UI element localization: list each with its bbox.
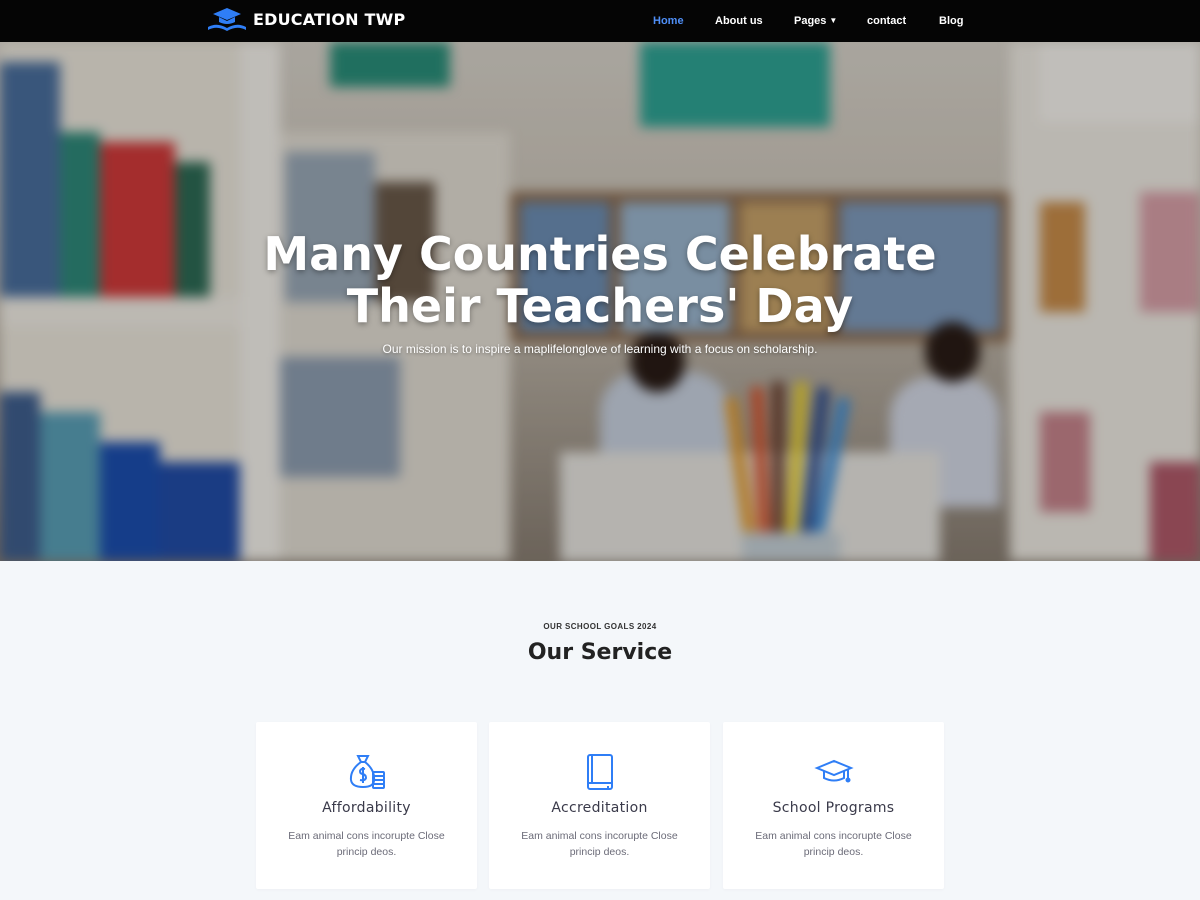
service-card-affordability[interactable]: Affordability Eam animal cons incorupte … (256, 722, 477, 889)
nav-pages[interactable]: Pages ▼ (794, 15, 837, 27)
hero-title-line-2: Their Teachers' Day (346, 279, 854, 333)
top-navbar: EDUCATION TWP Home About us Pages ▼ cont… (0, 0, 1200, 42)
section-eyebrow: OUR SCHOOL GOALS 2024 (543, 622, 657, 631)
nav-pages-label: Pages (794, 15, 827, 27)
service-card-accreditation[interactable]: Accreditation Eam animal cons incorupte … (489, 722, 710, 889)
site-logo[interactable]: EDUCATION TWP (206, 7, 405, 33)
service-card-school-programs[interactable]: School Programs Eam animal cons incorupt… (723, 722, 944, 889)
service-card-title: Accreditation (551, 800, 648, 816)
site-name: EDUCATION TWP (253, 10, 406, 29)
service-card-title: Affordability (322, 800, 411, 816)
hero-title-line-1: Many Countries Celebrate (263, 227, 937, 281)
service-card-description: Eam animal cons incorupte Close princip … (288, 830, 445, 858)
money-bag-icon (347, 752, 387, 792)
graduation-book-logo-icon (206, 7, 248, 33)
section-title: Our Service (527, 640, 673, 665)
chevron-down-icon: ▼ (829, 16, 838, 25)
nav-blog[interactable]: Blog (939, 15, 963, 27)
service-card-title: School Programs (772, 800, 895, 816)
nav-contact[interactable]: contact (867, 15, 906, 27)
graduation-cap-icon (813, 752, 854, 792)
hero-title: Many Countries Celebrate Their Teachers'… (200, 228, 1000, 332)
nav-about-us[interactable]: About us (715, 15, 763, 27)
service-card-description: Eam animal cons incorupte Close princip … (521, 830, 678, 858)
hero-banner: Many Countries Celebrate Their Teachers'… (0, 42, 1200, 561)
nav-home[interactable]: Home (653, 15, 684, 27)
book-icon (580, 752, 620, 792)
service-card-description: Eam animal cons incorupte Close princip … (755, 830, 912, 858)
hero-subtitle: Our mission is to inspire a maplifelongl… (382, 342, 818, 356)
